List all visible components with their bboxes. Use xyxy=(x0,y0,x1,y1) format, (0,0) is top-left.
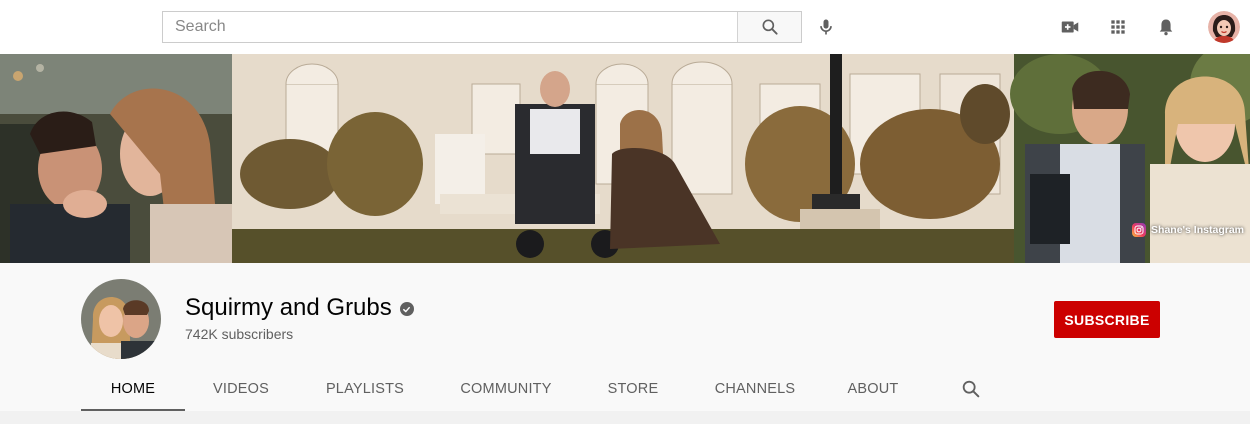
voice-search-button[interactable] xyxy=(812,11,840,43)
tab-playlists[interactable]: PLAYLISTS xyxy=(297,367,433,411)
channel-banner: Shane's Instagram xyxy=(0,54,1250,263)
channel-tabs: HOME VIDEOS PLAYLISTS COMMUNITY STORE CH… xyxy=(81,367,1019,411)
tab-store[interactable]: STORE xyxy=(579,367,687,411)
channel-title-row: Squirmy and Grubs xyxy=(185,294,414,322)
subscriber-count: 742K subscribers xyxy=(185,326,294,342)
verified-check-icon xyxy=(399,302,414,316)
channel-avatar[interactable] xyxy=(81,279,161,359)
create-video-icon xyxy=(1061,21,1079,33)
channel-search-button[interactable] xyxy=(923,367,1019,411)
create-button[interactable] xyxy=(1055,12,1085,42)
search-box xyxy=(162,11,802,43)
apps-button[interactable] xyxy=(1103,12,1133,42)
tab-community[interactable]: COMMUNITY xyxy=(433,367,579,411)
banner-left-photo xyxy=(0,54,232,263)
account-avatar[interactable] xyxy=(1208,11,1240,43)
microphone-icon xyxy=(820,19,832,35)
channel-header: Squirmy and Grubs 742K subscribers SUBSC… xyxy=(0,263,1250,411)
banner-image xyxy=(0,54,1250,263)
tab-videos[interactable]: VIDEOS xyxy=(185,367,297,411)
instagram-link[interactable]: Shane's Instagram xyxy=(1132,223,1244,237)
channel-avatar-image xyxy=(81,279,161,359)
tab-home[interactable]: HOME xyxy=(81,367,185,411)
channel-name: Squirmy and Grubs xyxy=(185,294,392,321)
tab-about[interactable]: ABOUT xyxy=(823,367,923,411)
search-input[interactable] xyxy=(163,12,737,42)
search-icon xyxy=(962,380,980,398)
tab-channels[interactable]: CHANNELS xyxy=(687,367,823,411)
instagram-icon xyxy=(1132,223,1147,237)
search-icon xyxy=(762,19,778,35)
search-button[interactable] xyxy=(737,12,801,42)
notifications-button[interactable] xyxy=(1151,12,1181,42)
account-avatar-image xyxy=(1208,11,1240,43)
apps-grid-icon xyxy=(1111,20,1125,34)
subscribe-button[interactable]: SUBSCRIBE xyxy=(1054,301,1160,338)
instagram-link-label: Shane's Instagram xyxy=(1151,224,1244,236)
banner-middle-photo xyxy=(232,54,1014,263)
content-area xyxy=(0,411,1250,424)
masthead xyxy=(0,0,1250,54)
bell-icon xyxy=(1159,19,1173,36)
